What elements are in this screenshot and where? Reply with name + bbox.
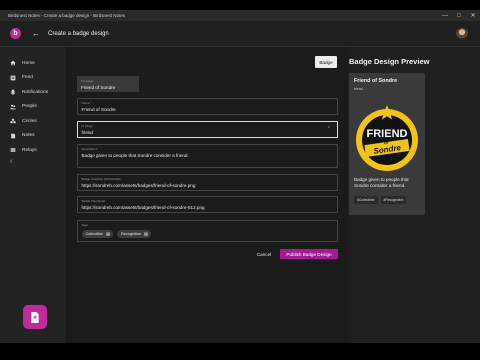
description-value: Badge given to people that Sondre consid… [81,153,189,158]
sidebar-item-label: Relays [22,147,37,153]
sidebar-item-label: People [22,104,37,110]
badge-image: FRIEND OF Sondre [356,105,418,171]
template-select[interactable]: Template Friend of Sondre [77,76,139,92]
template-label: Template [81,78,94,83]
chevron-up-down-icon: ⌃ [326,126,331,132]
avatar[interactable] [456,28,468,40]
tag-chip: Recognition × [117,230,152,238]
app-logo[interactable]: b [10,28,21,39]
close-button[interactable]: ✕ [466,10,480,21]
sidebar-item-label: Home [22,60,35,66]
name-value: Friend of Sondre [81,107,116,112]
feed-icon [10,75,16,81]
description-field[interactable]: Description* Badge given to people that … [77,144,338,168]
sidebar-item-notifications[interactable]: Notifications [0,85,66,100]
graphics-url-field[interactable]: Badge Graphics (1024x1024) https://sondr… [77,174,338,191]
sidebar-item-label: Notifications [22,89,49,95]
preview-heading: Badge Design Preview [349,57,430,66]
app-bar: b ← Create a badge design [0,21,480,47]
sidebar-item-label: Notes [22,133,35,139]
thumbnail-url-field[interactable]: Badge Thumbnail https://sondreb.com/asse… [77,196,338,213]
tags-label: Tags [81,222,88,227]
circles-icon [10,118,16,124]
tag-chip: Collectible × [81,230,114,238]
badge-button[interactable]: Badge [315,56,337,68]
preview-name: Friend of Sondre [354,78,398,84]
name-label: Name* [81,100,91,105]
preview-tags: #Collectible #Recognition [354,196,407,204]
sidebar-item-label: Feed [22,75,33,81]
sidebar-item-people[interactable]: People [0,100,66,115]
people-icon [10,104,16,110]
id-value: friend [81,130,94,135]
description-label: Description* [81,146,98,151]
name-field[interactable]: Name* Friend of Sondre [77,98,338,115]
maximize-button[interactable]: □ [452,10,466,21]
thumbnail-value: https://sondreb.com/assets/badges/friend… [81,205,205,210]
home-icon [10,60,16,66]
preview-tag: #Recognition [380,196,407,204]
letterbox-bottom [0,343,480,360]
publish-badge-design-button[interactable]: Publish Badge Design [280,249,338,259]
sidebar-item-relays[interactable]: Relays [0,143,66,158]
preview-slug: friend [354,87,363,91]
preview-tag: #Collectible [354,196,378,204]
sidebar: Home Feed Notifications People Circles N… [0,47,66,343]
new-note-button[interactable] [23,305,47,329]
page-title: Create a badge design [48,30,109,37]
graphics-value: https://sondreb.com/assets/badges/friend… [81,183,196,188]
sidebar-item-notes[interactable]: Notes [0,129,66,144]
notes-icon [10,133,16,139]
graphics-label: Badge Graphics (1024x1024) [81,176,121,181]
collapse-sidebar-chevron-icon[interactable]: ‹ [0,158,66,170]
sidebar-item-circles[interactable]: Circles [0,114,66,129]
window-title: Birdsnest Notes - Create a badge design … [8,13,126,18]
tag-chips: Collectible × Recognition × [81,230,152,238]
sidebar-item-label: Circles [22,118,37,124]
badge-text-top: FRIEND [367,128,408,140]
id-label: Id (slug) [81,123,93,128]
preview-description: Badge given to people that Sondre consid… [354,177,409,188]
minimize-button[interactable]: — [438,10,452,21]
tag-chip-label: Collectible [85,232,104,236]
thumbnail-label: Badge Thumbnail [81,198,105,203]
tags-field[interactable]: Tags Collectible × Recognition × [77,220,338,242]
bell-icon [10,89,16,96]
remove-tag-icon[interactable]: × [105,232,111,237]
window-titlebar: Birdsnest Notes - Create a badge design … [0,10,480,21]
sidebar-item-home[interactable]: Home [0,56,66,71]
new-note-icon [31,311,39,323]
template-value: Friend of Sondre [81,84,116,90]
back-arrow-icon[interactable]: ← [32,29,42,38]
id-select[interactable]: Id (slug) friend ⌃ [77,121,338,138]
sidebar-item-feed[interactable]: Feed [0,71,66,86]
relays-icon [10,147,16,153]
cancel-button[interactable]: Cancel [253,249,275,259]
badge-preview-card: Friend of Sondre friend FRIEND OF Sondre… [349,73,425,215]
tag-chip-label: Recognition [121,232,142,236]
remove-tag-icon[interactable]: × [143,232,149,237]
